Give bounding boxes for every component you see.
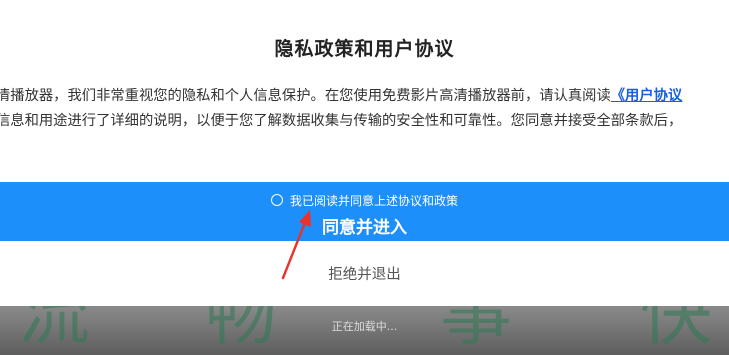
accept-button-label[interactable]: 同意并进入	[0, 213, 729, 238]
consent-row[interactable]: 我已阅读并同意上述协议和政策	[0, 193, 729, 209]
consent-radio[interactable]	[270, 194, 283, 206]
policy-line-2: 信息和用途进行了详细的说明，以便于您了解数据收集与传输的安全性和可靠性。您同意并…	[0, 113, 683, 129]
policy-text: 清播放器，我们非常重视您的隐私和个人信息保护。在您使用免费影片高清播放器前，请认…	[0, 84, 729, 134]
policy-line-1: 清播放器，我们非常重视您的隐私和个人信息保护。在您使用免费影片高清播放器前，请认…	[0, 84, 729, 109]
consent-label: 我已阅读并同意上述协议和政策	[289, 194, 458, 208]
loading-text: 正在加载中...	[331, 320, 398, 333]
user-agreement-link[interactable]: 《用户协议	[611, 88, 682, 104]
policy-line-1-text: 清播放器，我们非常重视您的隐私和个人信息保护。在您使用免费影片高清播放器前，请认…	[0, 88, 611, 104]
decline-button[interactable]: 拒绝并退出	[0, 263, 729, 284]
app-screen: 隐私政策和用户协议 清播放器，我们非常重视您的隐私和个人信息保护。在您使用免费影…	[0, 0, 729, 355]
dialog-title: 隐私政策和用户协议	[274, 38, 455, 60]
privacy-dialog: 隐私政策和用户协议 清播放器，我们非常重视您的隐私和个人信息保护。在您使用免费影…	[0, 0, 729, 306]
